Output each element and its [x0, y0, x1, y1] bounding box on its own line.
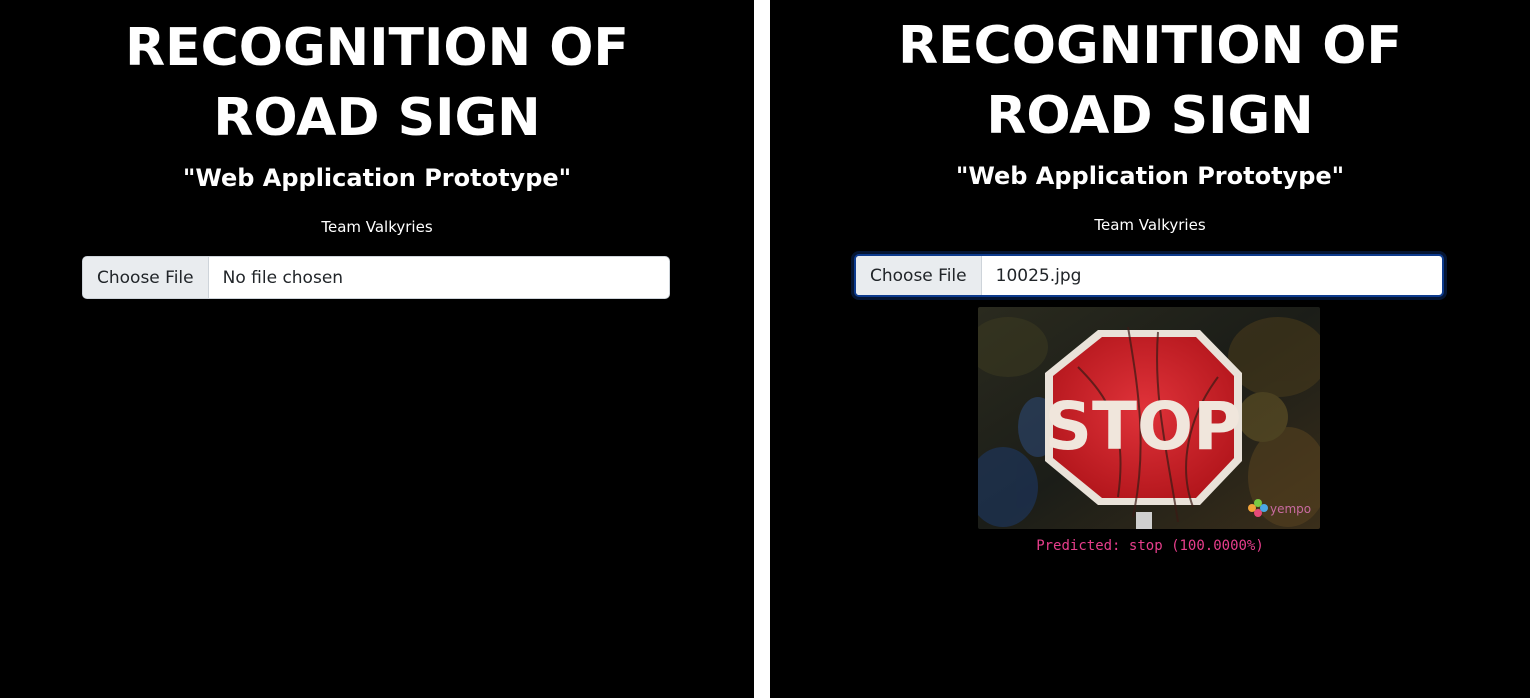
prediction-result: Predicted: stop (100.0000%): [1036, 538, 1264, 554]
file-upload-input[interactable]: Choose File 10025.jpg: [854, 254, 1444, 297]
page-subtitle: "Web Application Prototype": [955, 162, 1345, 190]
stop-sign-text: STOP: [1044, 388, 1241, 465]
uploaded-image-preview: STOP yempo: [978, 307, 1320, 529]
page-title-line-1: RECOGNITION OF: [125, 18, 629, 78]
choose-file-button[interactable]: Choose File: [83, 257, 209, 298]
team-name: Team Valkyries: [321, 218, 433, 236]
page-title-line-2: ROAD SIGN: [986, 86, 1314, 146]
file-upload-input[interactable]: Choose File No file chosen: [82, 256, 670, 299]
screen-before-upload: RECOGNITION OF ROAD SIGN "Web Applicatio…: [0, 0, 754, 698]
watermark-text: yempo: [1270, 502, 1311, 516]
file-name-label: No file chosen: [222, 267, 344, 288]
file-name-label: 10025.jpg: [995, 265, 1082, 286]
screen-after-upload: RECOGNITION OF ROAD SIGN "Web Applicatio…: [770, 0, 1530, 698]
page-subtitle: "Web Application Prototype": [182, 164, 572, 192]
page-title-line-2: ROAD SIGN: [213, 88, 541, 148]
choose-file-button[interactable]: Choose File: [856, 256, 982, 295]
page-title-line-1: RECOGNITION OF: [898, 16, 1402, 76]
team-name: Team Valkyries: [1094, 216, 1206, 234]
stop-sign-photo: STOP yempo: [978, 307, 1320, 529]
